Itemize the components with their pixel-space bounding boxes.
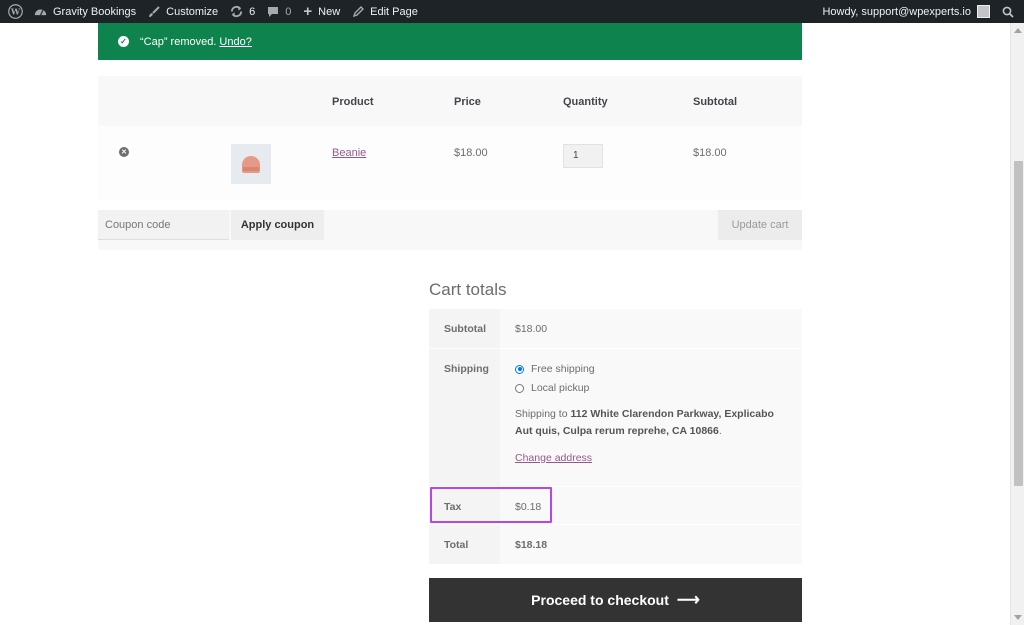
apply-coupon-button[interactable]: Apply coupon xyxy=(231,210,324,240)
new-label: New xyxy=(318,5,341,18)
plus-icon: + xyxy=(303,3,313,20)
pencil-icon xyxy=(352,5,365,18)
quantity-header: Quantity xyxy=(563,96,608,108)
cart-table-header: Product Price Quantity Subtotal xyxy=(98,76,802,126)
product-name-link[interactable]: Beanie xyxy=(332,147,366,159)
site-name-link[interactable]: Gravity Bookings xyxy=(28,0,142,23)
cart-totals-title: Cart totals xyxy=(429,280,507,299)
shipping-row: Shipping Free shipping Local pickup Ship… xyxy=(429,349,802,487)
total-row: Total $18.18 xyxy=(429,525,802,565)
update-cart-button[interactable]: Update cart xyxy=(718,210,802,240)
site-name: Gravity Bookings xyxy=(53,5,137,18)
home-dashboard-icon xyxy=(34,6,47,17)
beanie-image xyxy=(242,155,260,173)
scroll-down-arrow-icon[interactable] xyxy=(1014,615,1022,620)
total-label: Total xyxy=(429,525,500,564)
comment-icon xyxy=(267,6,279,18)
page-scrollbar[interactable] xyxy=(1010,23,1024,625)
tax-value: $0.18 xyxy=(500,487,802,524)
comments-count: 0 xyxy=(285,5,292,18)
avatar xyxy=(977,5,990,18)
comments-link[interactable]: 0 xyxy=(261,0,297,23)
subtotal-label: Subtotal xyxy=(429,309,500,348)
shipping-to-suffix: . xyxy=(718,425,722,437)
product-thumbnail[interactable] xyxy=(231,144,271,184)
item-price: $18.00 xyxy=(454,147,488,159)
cart-actions: Coupon code Apply coupon Update cart xyxy=(98,210,802,250)
tax-label: Tax xyxy=(429,487,500,524)
change-address-link[interactable]: Change address xyxy=(515,452,592,464)
shipping-label: Shipping xyxy=(429,349,500,486)
product-header: Product xyxy=(332,96,374,108)
cart-totals: Cart totals Subtotal $18.00 Shipping Fre… xyxy=(429,280,802,565)
checkmark-icon: ✓ xyxy=(118,36,129,47)
cart-item-row: ✕ Beanie $18.00 1 $18.00 xyxy=(98,126,802,200)
coupon-code-input[interactable]: Coupon code xyxy=(98,210,229,240)
admin-bar: W Gravity Bookings Customize 6 0 + New E… xyxy=(0,0,1024,23)
total-value: $18.18 xyxy=(500,525,802,564)
customize-link[interactable]: Customize xyxy=(142,0,224,23)
new-content-link[interactable]: + New xyxy=(297,0,346,23)
scroll-up-arrow-icon[interactable] xyxy=(1014,28,1022,33)
undo-link[interactable]: Undo? xyxy=(219,36,251,48)
scrollbar-thumb[interactable] xyxy=(1014,161,1023,486)
shipping-to-prefix: Shipping to xyxy=(515,408,571,420)
quantity-input[interactable]: 1 xyxy=(563,144,603,168)
search-link[interactable] xyxy=(996,0,1024,23)
free-shipping-option[interactable]: Free shipping xyxy=(515,363,787,375)
updates-icon xyxy=(230,5,243,18)
tax-row: Tax $0.18 xyxy=(429,487,802,525)
svg-text:W: W xyxy=(9,7,20,17)
local-pickup-label[interactable]: Local pickup xyxy=(531,382,589,394)
cart-table: Product Price Quantity Subtotal ✕ Beanie… xyxy=(98,76,802,250)
wordpress-logo-icon[interactable]: W xyxy=(2,0,28,23)
free-shipping-radio[interactable] xyxy=(515,364,524,374)
howdy-text: Howdy, support@wpexperts.io xyxy=(822,5,971,18)
notice-text: “Cap” removed. xyxy=(140,35,217,48)
remove-item-icon[interactable]: ✕ xyxy=(119,147,129,157)
updates-link[interactable]: 6 xyxy=(224,0,261,23)
brush-icon xyxy=(148,5,160,18)
updates-count: 6 xyxy=(249,5,256,18)
subtotal-header: Subtotal xyxy=(693,96,737,108)
proceed-to-checkout-button[interactable]: Proceed to checkout ⟶ xyxy=(429,578,802,622)
free-shipping-label[interactable]: Free shipping xyxy=(531,363,595,375)
edit-page-link[interactable]: Edit Page xyxy=(346,0,424,23)
my-account-link[interactable]: Howdy, support@wpexperts.io xyxy=(816,0,996,23)
local-pickup-option[interactable]: Local pickup xyxy=(515,382,787,394)
shipping-destination: Shipping to 112 White Clarendon Parkway,… xyxy=(515,406,787,440)
price-header: Price xyxy=(454,96,481,108)
arrow-right-icon: ⟶ xyxy=(676,592,700,609)
local-pickup-radio[interactable] xyxy=(515,383,524,393)
checkout-label: Proceed to checkout xyxy=(531,592,669,608)
edit-page-label: Edit Page xyxy=(370,5,418,18)
cart-notice: ✓ “Cap” removed. Undo? xyxy=(98,23,802,60)
subtotal-value: $18.00 xyxy=(500,309,802,348)
search-icon xyxy=(1002,6,1014,18)
shipping-options: Free shipping Local pickup Shipping to 1… xyxy=(500,349,802,486)
subtotal-row: Subtotal $18.00 xyxy=(429,309,802,349)
customize-label: Customize xyxy=(166,5,219,18)
item-subtotal: $18.00 xyxy=(693,147,727,159)
